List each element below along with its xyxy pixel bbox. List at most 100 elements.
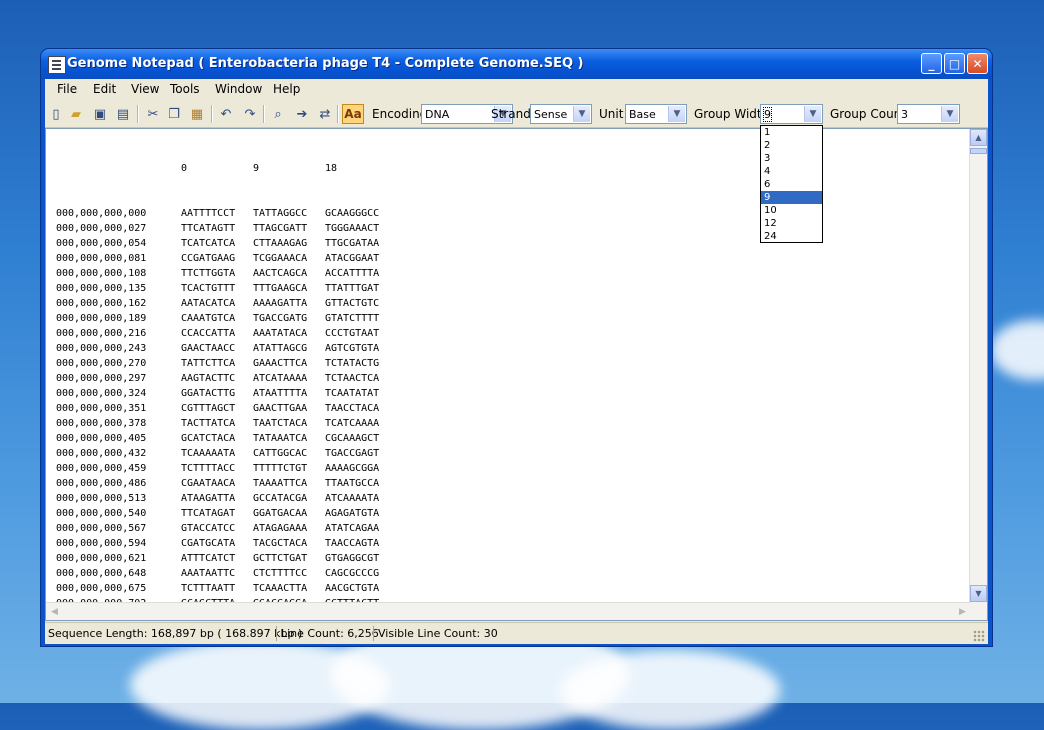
sequence-line[interactable]: 000,000,000,108 TTCTTGGTA AACTCAGCA ACCATTT… — [56, 266, 397, 281]
base-group[interactable]: TCACTGTTT — [181, 281, 253, 296]
base-group[interactable]: ATTTCATCT — [181, 551, 253, 566]
base-group[interactable]: AGAGATGTA — [325, 506, 397, 521]
unit-select[interactable]: Base ▼ — [625, 104, 687, 124]
group-width-option[interactable]: 9 — [761, 191, 822, 204]
copy-icon[interactable]: ❐ — [165, 105, 183, 123]
base-group[interactable]: GTATCTTTT — [325, 311, 397, 326]
sequence-line[interactable]: 000,000,000,540 TTCATAGAT GGATGACAA AGAGATG… — [56, 506, 397, 521]
base-group[interactable]: CAGCGCCCG — [325, 566, 397, 581]
chevron-down-icon[interactable]: ▼ — [941, 106, 958, 122]
sequence-line[interactable]: 000,000,000,351 CGTTTAGCT GAACTTGAA TAACCTA… — [56, 401, 397, 416]
close-button[interactable]: ✕ — [967, 53, 988, 74]
base-group[interactable]: CGCAAAGCT — [325, 431, 397, 446]
base-group[interactable]: AAAAGCGGA — [325, 461, 397, 476]
base-group[interactable]: TCTTTAATT — [181, 581, 253, 596]
base-group[interactable]: TTCATAGAT — [181, 506, 253, 521]
base-group[interactable]: TCATCAAAA — [325, 416, 397, 431]
sequence-line[interactable]: 000,000,000,567 GTACCATCC ATAGAGAAA ATATCAG… — [56, 521, 397, 536]
base-group[interactable]: GTACCATCC — [181, 521, 253, 536]
sequence-line[interactable]: 000,000,000,162 AATACATCA AAAAGATTA GTTACTG… — [56, 296, 397, 311]
base-group[interactable]: CAAATGTCA — [181, 311, 253, 326]
base-group[interactable]: TATTCTTCA — [181, 356, 253, 371]
base-group[interactable]: GCTTCTGAT — [253, 551, 325, 566]
base-group[interactable]: TGACCGAGT — [325, 446, 397, 461]
sequence-line[interactable]: 000,000,000,054 TCATCATCA CTTAAAGAG TTGCGAT… — [56, 236, 397, 251]
sequence-line[interactable]: 000,000,000,432 TCAAAAATA CATTGGCAC TGACCGA… — [56, 446, 397, 461]
base-group[interactable]: CCGATGAAG — [181, 251, 253, 266]
base-group[interactable]: CCCTGTAAT — [325, 326, 397, 341]
resize-grip-icon[interactable] — [973, 630, 985, 642]
maximize-button[interactable]: □ — [944, 53, 965, 74]
strand-select[interactable]: Sense ▼ — [530, 104, 592, 124]
redo-icon[interactable]: ↷ — [241, 105, 259, 123]
menu-view[interactable]: View — [131, 82, 159, 96]
base-group[interactable]: TTAATGCCA — [325, 476, 397, 491]
base-group[interactable]: ACCATTTTA — [325, 266, 397, 281]
sequence-line[interactable]: 000,000,000,297 AAGTACTTC ATCATAAAA TCTAACT… — [56, 371, 397, 386]
sequence-line[interactable]: 000,000,000,243 GAACTAACC ATATTAGCG AGTCGTG… — [56, 341, 397, 356]
chevron-down-icon[interactable]: ▼ — [804, 106, 821, 122]
scroll-up-button[interactable]: ▲ — [970, 129, 987, 146]
base-group[interactable]: TTCTTGGTA — [181, 266, 253, 281]
base-group[interactable]: GAACTTGAA — [253, 401, 325, 416]
scroll-right-button[interactable]: ▶ — [954, 603, 971, 620]
base-group[interactable]: ATATTAGCG — [253, 341, 325, 356]
base-group[interactable]: AAAAGATTA — [253, 296, 325, 311]
base-group[interactable]: GGATGACAA — [253, 506, 325, 521]
base-group[interactable]: TTAGCGATT — [253, 221, 325, 236]
base-group[interactable]: TTTTTCTGT — [253, 461, 325, 476]
base-group[interactable]: AACTCAGCA — [253, 266, 325, 281]
undo-icon[interactable]: ↶ — [217, 105, 235, 123]
sequence-line[interactable]: 000,000,000,324 GGATACTTG ATAATTTTA TCAATAT… — [56, 386, 397, 401]
base-group[interactable]: ATAATTTTA — [253, 386, 325, 401]
sequence-line[interactable]: 000,000,000,486 CGAATAACA TAAAATTCA TTAATGC… — [56, 476, 397, 491]
group-width-option[interactable]: 12 — [761, 217, 822, 230]
chevron-down-icon[interactable]: ▼ — [573, 106, 590, 122]
sequence-line[interactable]: 000,000,000,378 TACTTATCA TAATCTACA TCATCAA… — [56, 416, 397, 431]
base-group[interactable]: CTCTTTTCC — [253, 566, 325, 581]
sequence-line[interactable]: 000,000,000,594 CGATGCATA TACGCTACA TAACCAG… — [56, 536, 397, 551]
open-folder-icon[interactable]: ▰ — [67, 105, 85, 123]
base-group[interactable]: AATTTTCCT — [181, 206, 253, 221]
base-group[interactable]: ATATCAGAA — [325, 521, 397, 536]
base-group[interactable]: GCAAGGGCC — [325, 206, 397, 221]
base-group[interactable]: TCTATACTG — [325, 356, 397, 371]
group-width-option[interactable]: 2 — [761, 139, 822, 152]
base-group[interactable]: TCATCATCA — [181, 236, 253, 251]
base-group[interactable]: AAGTACTTC — [181, 371, 253, 386]
base-group[interactable]: GGATACTTG — [181, 386, 253, 401]
find-icon[interactable]: ⌕ — [269, 105, 287, 123]
scroll-down-button[interactable]: ▼ — [970, 585, 987, 602]
group-width-select[interactable]: 9 ▼ — [760, 104, 823, 124]
sequence-line[interactable]: 000,000,000,459 TCTTTTACC TTTTTCTGT AAAAGCG… — [56, 461, 397, 476]
group-width-option[interactable]: 4 — [761, 165, 822, 178]
base-group[interactable]: CATTGGCAC — [253, 446, 325, 461]
base-group[interactable]: AAATAATTC — [181, 566, 253, 581]
base-group[interactable]: GAACTAACC — [181, 341, 253, 356]
base-group[interactable]: TTTGAAGCA — [253, 281, 325, 296]
group-width-option[interactable]: 10 — [761, 204, 822, 217]
title-bar[interactable]: Genome Notepad ( Enterobacteria phage T4… — [41, 49, 992, 79]
sequence-line[interactable]: 000,000,000,270 TATTCTTCA GAAACTTCA TCTATAC… — [56, 356, 397, 371]
base-group[interactable]: ATACGGAAT — [325, 251, 397, 266]
scroll-thumb[interactable] — [970, 148, 987, 154]
group-count-select[interactable]: 3 ▼ — [897, 104, 960, 124]
base-group[interactable]: TGGGAAACT — [325, 221, 397, 236]
base-group[interactable]: CCACCATTA — [181, 326, 253, 341]
base-group[interactable]: TAACCAGTA — [325, 536, 397, 551]
cut-icon[interactable]: ✂ — [144, 105, 162, 123]
sequence-line[interactable]: 000,000,000,405 GCATCTACA TATAAATCA CGCAAAG… — [56, 431, 397, 446]
base-group[interactable]: GCATCTACA — [181, 431, 253, 446]
base-group[interactable]: TATTAGGCC — [253, 206, 325, 221]
base-group[interactable]: TCGGAAACA — [253, 251, 325, 266]
sequence-text[interactable]: 0 9 18 000,000,000,000 AATTTTCCT TATTAGGCC GC… — [56, 131, 397, 620]
sequence-line[interactable]: 000,000,000,675 TCTTTAATT TCAAACTTA AACGCTG… — [56, 581, 397, 596]
menu-help[interactable]: Help — [273, 82, 300, 96]
base-group[interactable]: AACGCTGTA — [325, 581, 397, 596]
group-width-option[interactable]: 1 — [761, 126, 822, 139]
base-group[interactable]: ATAGAGAAA — [253, 521, 325, 536]
minimize-button[interactable]: _ — [921, 53, 942, 74]
base-group[interactable]: GAAACTTCA — [253, 356, 325, 371]
base-group[interactable]: ATCAAAATA — [325, 491, 397, 506]
base-group[interactable]: TTATTTGAT — [325, 281, 397, 296]
